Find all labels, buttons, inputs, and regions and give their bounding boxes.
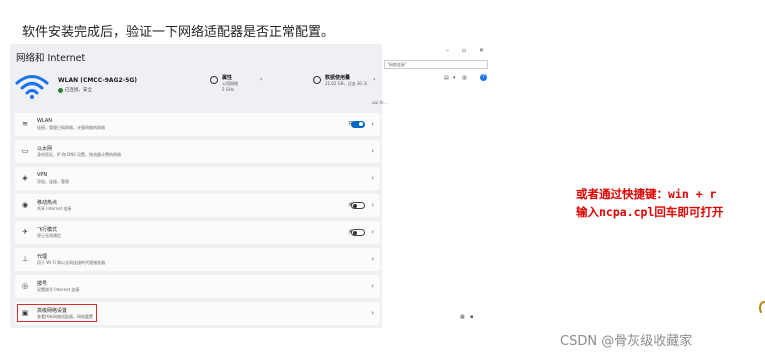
settings-row-hotspot[interactable]: ◉ 移动热点 共享 Internet 连接 关 › [15, 194, 380, 217]
row-title: 移动热点 [37, 200, 58, 206]
dialup-icon: ◎ [21, 282, 29, 290]
row-title: 飞行模式 [37, 227, 58, 233]
card-title: 数据使用量 [325, 75, 351, 81]
card-line: 5 GHz [222, 87, 235, 92]
data-usage-card[interactable]: 数据使用量 21.02 GB，过去 30 天 › [313, 74, 381, 94]
note-line-1: 或者通过快捷键：win + r [576, 187, 717, 201]
chevron-right-icon: › [260, 76, 263, 83]
row-subtitle: 查看所有网络适配器，网络重置 [37, 314, 93, 319]
row-subtitle: 用于 Wi-Fi 和以太网连接的代理服务器 [37, 260, 106, 265]
properties-card[interactable]: 属性 公用网络 5 GHz › [210, 74, 270, 94]
card-line: 21.02 GB，过去 30 天 [325, 81, 368, 86]
chevron-right-icon: › [371, 147, 374, 155]
row-subtitle: 身份验证，IP 和 DNS 设置，按流量计费的网络 [37, 152, 122, 157]
wifi-hero-icon [15, 75, 49, 99]
wlan-toggle[interactable] [351, 121, 365, 128]
network-settings-screenshot: 网络和 Internet WLAN (CMCC-9AG2-5G) 已连接，安全 … [10, 44, 382, 328]
row-subtitle: 添加，连接，管理 [37, 179, 69, 184]
tiles-view-icon[interactable]: ▪ [470, 314, 473, 320]
chevron-right-icon: › [373, 76, 376, 83]
row-subtitle: 停止无线通信 [37, 233, 61, 238]
view-options-icon[interactable]: ▤ [444, 75, 449, 81]
connected-icon [58, 87, 63, 93]
hotspot-toggle[interactable] [351, 202, 365, 209]
ethernet-icon: ▭ [21, 147, 29, 155]
row-title: 代理 [37, 254, 48, 260]
settings-row-wlan[interactable]: ≋ WLAN 连接，管理已知网络，计量网络的网络 开 › [15, 113, 380, 136]
wifi-icon: ≋ [22, 120, 28, 128]
chevron-right-icon: › [371, 309, 374, 317]
search-field[interactable]: "网络连接" [384, 60, 488, 69]
chevron-right-icon: › [371, 228, 374, 236]
chevron-right-icon: › [371, 201, 374, 209]
csdn-watermark: CSDN @骨灰级收藏家 [560, 334, 693, 349]
row-subtitle: 共享 Internet 连接 [37, 206, 72, 211]
network-status-text: 已连接，安全 [65, 88, 92, 93]
chevron-right-icon: › [371, 282, 374, 290]
chevron-right-icon: › [371, 120, 374, 128]
maximize-icon[interactable]: ▫ [462, 47, 466, 54]
settings-row-airplane[interactable]: ✈ 飞行模式 停止无线通信 关 › [15, 221, 380, 244]
row-title: 拨号 [37, 281, 48, 287]
settings-row-dialup[interactable]: ◎ 拨号 设置拨号 Internet 连接 › [15, 275, 380, 298]
data-usage-icon [313, 76, 321, 84]
settings-row-vpn[interactable]: ◈ VPN 添加，连接，管理 › [15, 167, 380, 190]
shortcut-note: 或者通过快捷键：win + r 输入ncpa.cpl回车即可打开 [576, 185, 723, 221]
row-title: WLAN [37, 118, 53, 124]
row-subtitle: 连接，管理已知网络，计量网络的网络 [37, 125, 105, 130]
page-title: 网络和 Internet [16, 53, 86, 64]
row-title: 以太网 [37, 146, 53, 152]
pane-icon[interactable]: ▥ [462, 75, 467, 81]
row-subtitle: 设置拨号 Internet 连接 [37, 287, 80, 292]
chevron-right-icon: › [371, 255, 374, 263]
chevron-right-icon: › [371, 174, 374, 182]
row-title: VPN [37, 172, 48, 178]
adapter-label-fragment: ual Ar... [372, 100, 388, 105]
advanced-network-icon: ▣ [21, 309, 29, 317]
help-icon[interactable]: ? [480, 74, 487, 81]
vpn-icon: ◈ [22, 174, 28, 182]
airplane-icon: ✈ [22, 228, 28, 236]
close-icon[interactable]: ✕ [479, 47, 484, 54]
network-status: 已连接，安全 [58, 87, 92, 93]
airplane-toggle[interactable] [351, 229, 365, 236]
partial-icon [759, 301, 765, 315]
chevron-down-icon[interactable]: ▾ [453, 75, 456, 81]
proxy-icon: ⊥ [21, 255, 29, 263]
minimize-icon[interactable]: – [446, 47, 449, 54]
network-connections-window-fragment: – ▫ ✕ "网络连接" ▤ ▾ ▥ ? ual Ar... ▦ ▪ [372, 44, 490, 324]
hotspot-icon: ◉ [21, 201, 29, 209]
settings-row-advanced[interactable]: ▣ 高级网络设置 查看所有网络适配器，网络重置 › [15, 302, 380, 325]
note-line-2: 输入ncpa.cpl回车即可打开 [576, 205, 724, 219]
network-name: WLAN (CMCC-9AG2-5G) [58, 77, 137, 84]
settings-row-proxy[interactable]: ⊥ 代理 用于 Wi-Fi 和以太网连接的代理服务器 › [15, 248, 380, 271]
intro-text: 软件安装完成后，验证一下网络适配器是否正常配置。 [22, 25, 335, 40]
settings-row-ethernet[interactable]: ▭ 以太网 身份验证，IP 和 DNS 设置，按流量计费的网络 › [15, 140, 380, 163]
info-icon [210, 76, 218, 84]
details-view-icon[interactable]: ▦ [460, 314, 465, 320]
card-title: 属性 [222, 75, 233, 81]
row-title: 高级网络设置 [37, 308, 68, 314]
search-text: "网络连接" [387, 62, 407, 67]
